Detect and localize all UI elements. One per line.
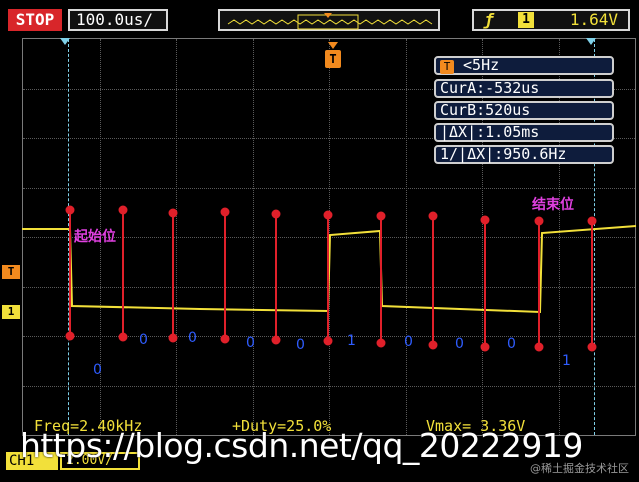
cursor-b-readout[interactable]: CurB:520us — [434, 101, 614, 120]
bit-label: 0 — [507, 336, 516, 352]
bit-dot — [323, 210, 333, 220]
oscilloscope-screen: STOP 100.0us/ ƒ 1 1.64V T T 1 T <5Hz Cur… — [0, 0, 639, 482]
bit-dot — [376, 211, 386, 221]
bit-label: 0 — [246, 335, 255, 351]
cursor-a-readout[interactable]: CurA:-532us — [434, 79, 614, 98]
bit-label: 0 — [404, 334, 413, 350]
bit-label: 0 — [139, 332, 148, 348]
bit-dot — [323, 336, 333, 346]
bit-dot — [118, 205, 128, 215]
bit-dot — [376, 338, 386, 348]
bit-dot — [587, 342, 597, 352]
bit-dot — [480, 342, 490, 352]
bit-label: 0 — [188, 330, 197, 346]
bit-dot — [534, 342, 544, 352]
bit-label: 1 — [347, 333, 356, 349]
bit-dot — [168, 333, 178, 343]
bit-dot — [65, 331, 75, 341]
bit-label: 0 — [93, 362, 102, 378]
watermark-text: @稀土掘金技术社区 — [530, 462, 629, 475]
trigger-frequency-value: <5Hz — [463, 56, 500, 74]
bit-dot — [220, 207, 230, 217]
bit-dot — [428, 340, 438, 350]
trigger-frequency-readout[interactable]: T <5Hz — [434, 56, 614, 75]
bit-dot — [220, 334, 230, 344]
delta-x-readout[interactable]: |ΔX|:1.05ms — [434, 123, 614, 142]
start-bit-annotation: 起始位 — [74, 229, 116, 245]
bit-dot — [428, 211, 438, 221]
overlay-url-text: https://blog.csdn.net/qq_20222919 — [20, 426, 583, 465]
stop-bit-annotation: 结束位 — [532, 197, 574, 213]
bit-dot — [118, 332, 128, 342]
bit-dot — [271, 335, 281, 345]
bit-boundary-lines — [65, 205, 597, 352]
bit-dot — [587, 216, 597, 226]
inverse-delta-x-readout[interactable]: 1/|ΔX|:950.6Hz — [434, 145, 614, 164]
bit-label: 1 — [562, 353, 571, 369]
bit-label: 0 — [296, 337, 305, 353]
bit-dot — [65, 205, 75, 215]
bit-dot — [480, 215, 490, 225]
bit-dot — [271, 209, 281, 219]
bit-label: 0 — [455, 336, 464, 352]
bit-dot — [534, 216, 544, 226]
trigger-t-icon: T — [440, 60, 454, 74]
bit-dot — [168, 208, 178, 218]
